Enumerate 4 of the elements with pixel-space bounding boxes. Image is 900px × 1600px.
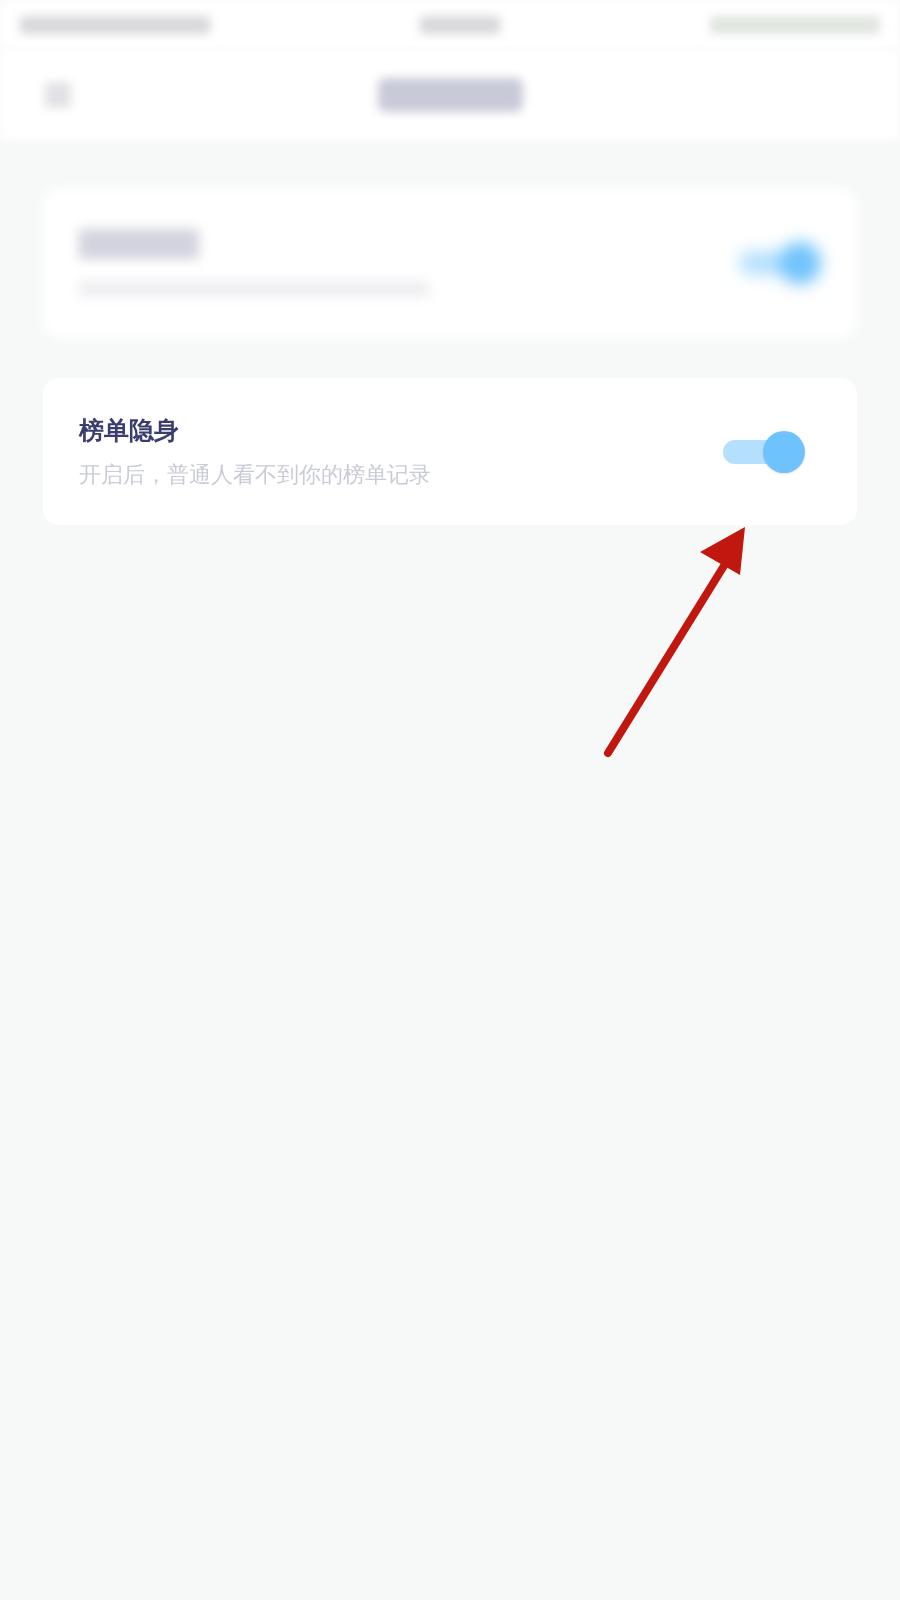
toggle-switch[interactable]	[737, 241, 821, 285]
setting-title: 榜单隐身	[79, 415, 180, 448]
toggle-switch[interactable]	[721, 429, 805, 474]
blurred-back-icon[interactable]	[45, 82, 71, 108]
